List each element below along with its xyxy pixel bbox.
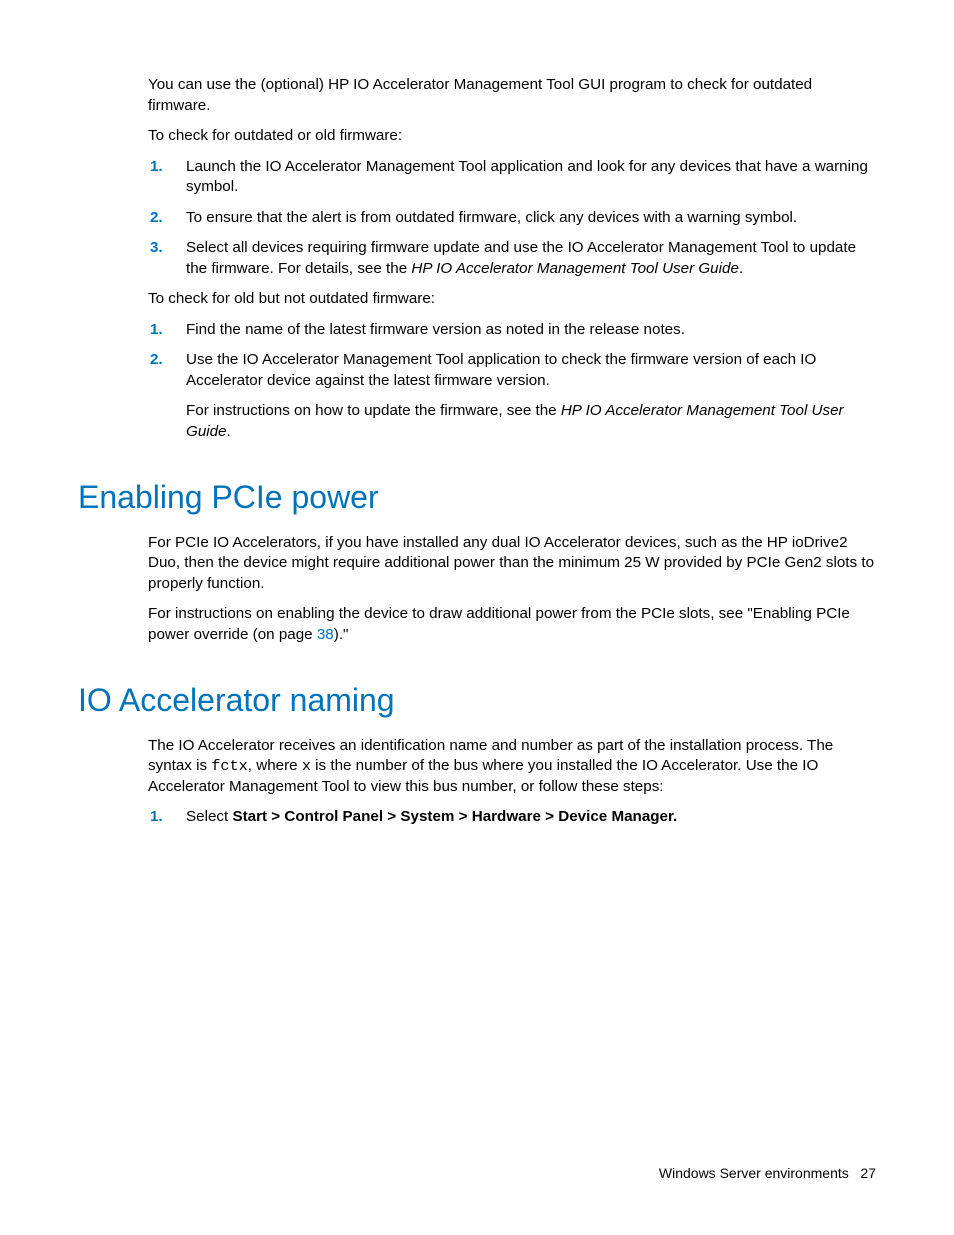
intro-paragraph: You can use the (optional) HP IO Acceler… [148,75,876,116]
code-text: fctx [211,757,247,775]
text: For instructions on how to update the fi… [186,402,561,419]
intro-paragraph: To check for outdated or old firmware: [148,126,876,147]
list-body: Use the IO Accelerator Management Tool a… [186,350,876,442]
list-body: Select Start > Control Panel > System > … [186,807,876,828]
text: For instructions on enabling the device … [148,605,850,643]
text: . [739,260,743,277]
list-item: 1. Launch the IO Accelerator Management … [148,157,876,198]
footer-section-title: Windows Server environments [659,1165,849,1181]
list-item: 1. Find the name of the latest firmware … [148,320,876,341]
heading-io-accelerator-naming: IO Accelerator naming [78,681,876,719]
heading-enabling-pcie-power: Enabling PCIe power [78,478,876,516]
footer-page-number: 27 [860,1165,876,1181]
text: Select [186,808,232,825]
list-body: Find the name of the latest firmware ver… [186,320,876,341]
list-number: 1. [148,807,186,828]
body-paragraph: The IO Accelerator receives an identific… [148,736,876,798]
text: Use the IO Accelerator Management Tool a… [186,351,816,389]
list-item: 2. Use the IO Accelerator Management Too… [148,350,876,442]
body-paragraph: For PCIe IO Accelerators, if you have in… [148,533,876,595]
list-body: Select all devices requiring firmware up… [186,238,876,279]
list-number: 1. [148,320,186,341]
list-number: 2. [148,350,186,442]
list-number: 2. [148,208,186,229]
page-footer: Windows Server environments 27 [659,1164,876,1183]
menu-path: Start > Control Panel > System > Hardwar… [232,808,677,825]
list-item: 2. To ensure that the alert is from outd… [148,208,876,229]
list-number: 3. [148,238,186,279]
code-text: x [302,757,311,775]
text: , where [248,757,302,774]
text: . [227,423,231,440]
body-paragraph: For instructions on enabling the device … [148,604,876,645]
guide-title: HP IO Accelerator Management Tool User G… [411,260,739,277]
list-number: 1. [148,157,186,198]
text: )." [334,626,349,643]
list-item: 1. Select Start > Control Panel > System… [148,807,876,828]
intro-paragraph: To check for old but not outdated firmwa… [148,289,876,310]
list-body: To ensure that the alert is from outdate… [186,208,876,229]
list-body: Launch the IO Accelerator Management Too… [186,157,876,198]
list-item: 3. Select all devices requiring firmware… [148,238,876,279]
page-link[interactable]: 38 [317,626,334,643]
